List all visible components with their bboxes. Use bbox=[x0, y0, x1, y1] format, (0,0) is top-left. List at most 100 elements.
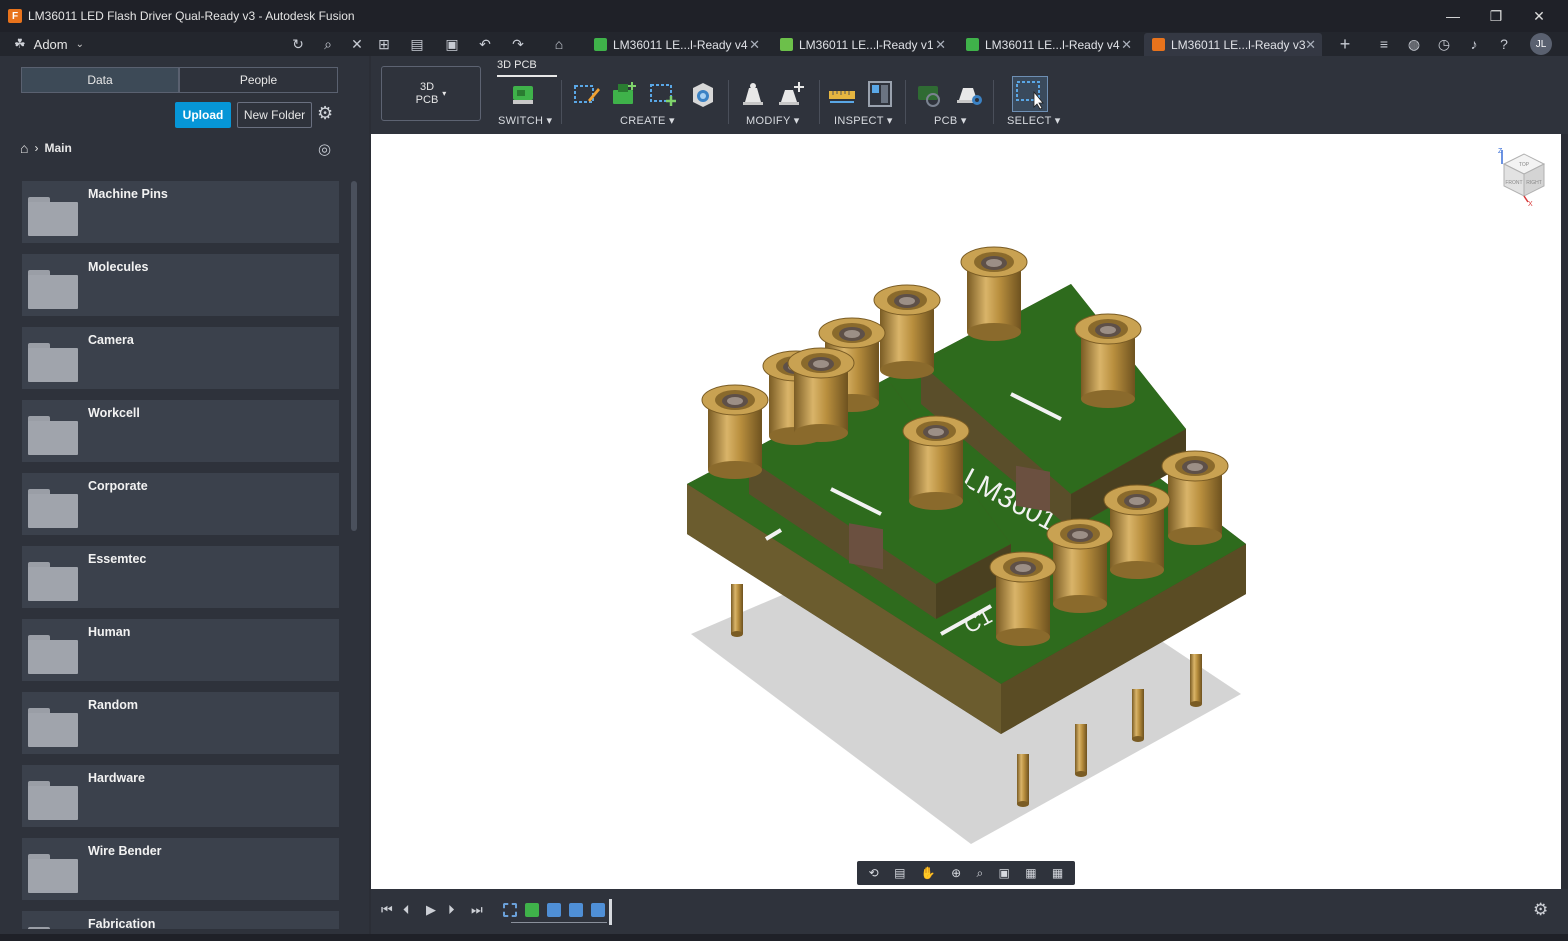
workspace-switcher[interactable]: 3D PCB ▾ bbox=[381, 66, 481, 121]
notifications-bell-icon[interactable]: ♪ bbox=[1464, 32, 1484, 56]
timeline-feature-model[interactable] bbox=[591, 903, 605, 917]
timeline-feature-model[interactable] bbox=[569, 903, 583, 917]
timeline-first-icon[interactable]: ⏮ bbox=[381, 902, 393, 918]
align-components-icon[interactable] bbox=[737, 78, 769, 110]
save-icon[interactable]: ▣ bbox=[442, 32, 462, 56]
panel-settings-gear-icon[interactable]: ⚙ bbox=[317, 103, 333, 124]
switch-to-pcb-icon[interactable] bbox=[507, 78, 539, 110]
tab-close-icon[interactable]: ✕ bbox=[1121, 37, 1132, 53]
folder-name: Corporate bbox=[88, 479, 148, 493]
close-panel-icon[interactable]: ✕ bbox=[347, 32, 367, 56]
help-icon[interactable]: ? bbox=[1494, 32, 1514, 56]
inspect-group-label[interactable]: INSPECT ▾ bbox=[834, 114, 893, 127]
close-window-button[interactable]: ✕ bbox=[1518, 0, 1560, 32]
timeline-feature-component[interactable] bbox=[525, 903, 539, 917]
job-status-icon[interactable]: ◷ bbox=[1434, 32, 1454, 56]
tab-close-icon[interactable]: ✕ bbox=[749, 37, 760, 53]
look-at-icon[interactable]: ▤ bbox=[894, 866, 905, 880]
user-avatar[interactable]: JL bbox=[1530, 33, 1552, 55]
3d-model-icon[interactable] bbox=[687, 78, 719, 110]
tab-close-icon[interactable]: ✕ bbox=[1305, 37, 1316, 53]
restore-button[interactable]: ❐ bbox=[1475, 0, 1517, 32]
team-selector[interactable]: ☘ Adom ⌄ bbox=[14, 36, 84, 52]
document-tab-4-active[interactable]: LM36011 LE...l-Ready v3 ✕ bbox=[1144, 33, 1322, 56]
folder-name: Workcell bbox=[88, 406, 140, 420]
folder-list-scrollbar[interactable] bbox=[351, 181, 357, 531]
globe-icon[interactable]: ◎ bbox=[318, 140, 331, 158]
document-tab-3[interactable]: LM36011 LE...l-Ready v4 ✕ bbox=[958, 33, 1138, 56]
undo-icon[interactable]: ↶ bbox=[472, 32, 498, 56]
move-component-icon[interactable] bbox=[775, 78, 807, 110]
tab-data[interactable]: Data bbox=[21, 67, 179, 93]
apps-grid-icon[interactable]: ⊞ bbox=[374, 32, 394, 56]
timeline-next-icon[interactable]: ⏵ bbox=[448, 902, 455, 918]
pan-icon[interactable]: ✋ bbox=[921, 866, 936, 880]
folder-item[interactable]: Machine Pins bbox=[22, 181, 339, 243]
home-icon[interactable]: ⌂ bbox=[549, 32, 569, 56]
viewcube[interactable]: TOP FRONT RIGHT Z X bbox=[1494, 146, 1554, 208]
pcb-3d-model[interactable]: LM3601 C1 bbox=[371, 134, 1561, 889]
timeline-last-icon[interactable]: ⏭ bbox=[471, 902, 483, 918]
tab-people[interactable]: People bbox=[179, 67, 338, 93]
pcb-group-label[interactable]: PCB ▾ bbox=[934, 114, 967, 127]
folder-icon bbox=[22, 619, 82, 681]
zoom-icon[interactable]: ⊕ bbox=[951, 866, 961, 880]
folder-item[interactable]: Human bbox=[22, 619, 339, 681]
folder-item[interactable]: Camera bbox=[22, 327, 339, 389]
timeline-feature-model[interactable] bbox=[547, 903, 561, 917]
select-group-label[interactable]: SELECT ▾ bbox=[1007, 114, 1061, 127]
3d-design-icon bbox=[1152, 38, 1165, 51]
search-icon[interactable]: ⌕ bbox=[318, 32, 338, 56]
timeline-marker[interactable] bbox=[609, 899, 612, 925]
folder-item[interactable]: Random bbox=[22, 692, 339, 754]
online-status-icon[interactable]: ◍ bbox=[1404, 32, 1424, 56]
push-to-pcb-icon[interactable] bbox=[913, 78, 945, 110]
folder-item[interactable]: Molecules bbox=[22, 254, 339, 316]
modify-group-label[interactable]: MODIFY ▾ bbox=[746, 114, 800, 127]
document-tab-2[interactable]: LM36011 LE...l-Ready v1 ✕ bbox=[772, 33, 952, 56]
viewcube-right-label: RIGHT bbox=[1526, 180, 1542, 186]
display-settings-icon[interactable]: ▣ bbox=[999, 866, 1010, 880]
tab-3d-pcb[interactable]: 3D PCB bbox=[497, 59, 537, 71]
new-tab-icon[interactable]: + bbox=[1335, 32, 1355, 56]
file-menu-icon[interactable]: ▤ bbox=[404, 32, 430, 56]
folder-icon bbox=[22, 546, 82, 608]
folder-item[interactable]: Wire Bender bbox=[22, 838, 339, 900]
refresh-icon[interactable]: ↻ bbox=[288, 32, 308, 56]
folder-icon bbox=[22, 473, 82, 535]
timeline-feature-board[interactable] bbox=[503, 903, 517, 917]
timeline-play-icon[interactable]: ▶ bbox=[426, 902, 436, 918]
pcb-settings-icon[interactable] bbox=[953, 78, 985, 110]
3d-viewport[interactable]: LM3601 C1 TOP FRONT RIGHT Z X ⟲ ▤ ✋ ⊕ ⌕ … bbox=[371, 134, 1561, 889]
timeline-prev-icon[interactable]: ⏴ bbox=[403, 902, 410, 918]
minimize-button[interactable]: — bbox=[1432, 0, 1474, 32]
measure-icon[interactable] bbox=[826, 78, 858, 110]
folder-item[interactable]: Hardware bbox=[22, 765, 339, 827]
tab-close-icon[interactable]: ✕ bbox=[935, 37, 946, 53]
redo-icon[interactable]: ↷ bbox=[505, 32, 531, 56]
viewports-icon[interactable]: ▦ bbox=[1052, 866, 1063, 880]
window-select-icon[interactable] bbox=[1012, 76, 1048, 112]
new-folder-button[interactable]: New Folder bbox=[237, 102, 312, 128]
orbit-icon[interactable]: ⟲ bbox=[869, 866, 879, 880]
upload-button[interactable]: Upload bbox=[175, 102, 231, 128]
create-group-label[interactable]: CREATE ▾ bbox=[620, 114, 675, 127]
fusion-app-icon: F bbox=[8, 9, 22, 23]
edit-board-outline-icon[interactable] bbox=[570, 78, 602, 110]
switch-group-label[interactable]: SWITCH ▾ bbox=[498, 114, 552, 127]
fit-icon[interactable]: ⌕ bbox=[976, 866, 983, 881]
folder-item[interactable]: Fabrication bbox=[22, 911, 339, 929]
timeline-settings-gear-icon[interactable]: ⚙ bbox=[1533, 900, 1548, 920]
document-tab-1[interactable]: LM36011 LE...l-Ready v4 ✕ bbox=[586, 33, 766, 56]
workspace-line1: 3D bbox=[419, 80, 435, 93]
create-component-icon[interactable] bbox=[608, 78, 640, 110]
folder-item[interactable]: Corporate bbox=[22, 473, 339, 535]
folder-item[interactable]: Workcell bbox=[22, 400, 339, 462]
chevron-down-icon: ▾ bbox=[442, 89, 447, 98]
create-board-icon[interactable] bbox=[647, 78, 679, 110]
section-analysis-icon[interactable] bbox=[864, 78, 896, 110]
home-icon[interactable]: ⌂ bbox=[20, 140, 28, 156]
folder-item[interactable]: Essemtec bbox=[22, 546, 339, 608]
grid-settings-icon[interactable]: ▦ bbox=[1025, 866, 1036, 880]
extensions-icon[interactable]: ≡ bbox=[1374, 32, 1394, 56]
